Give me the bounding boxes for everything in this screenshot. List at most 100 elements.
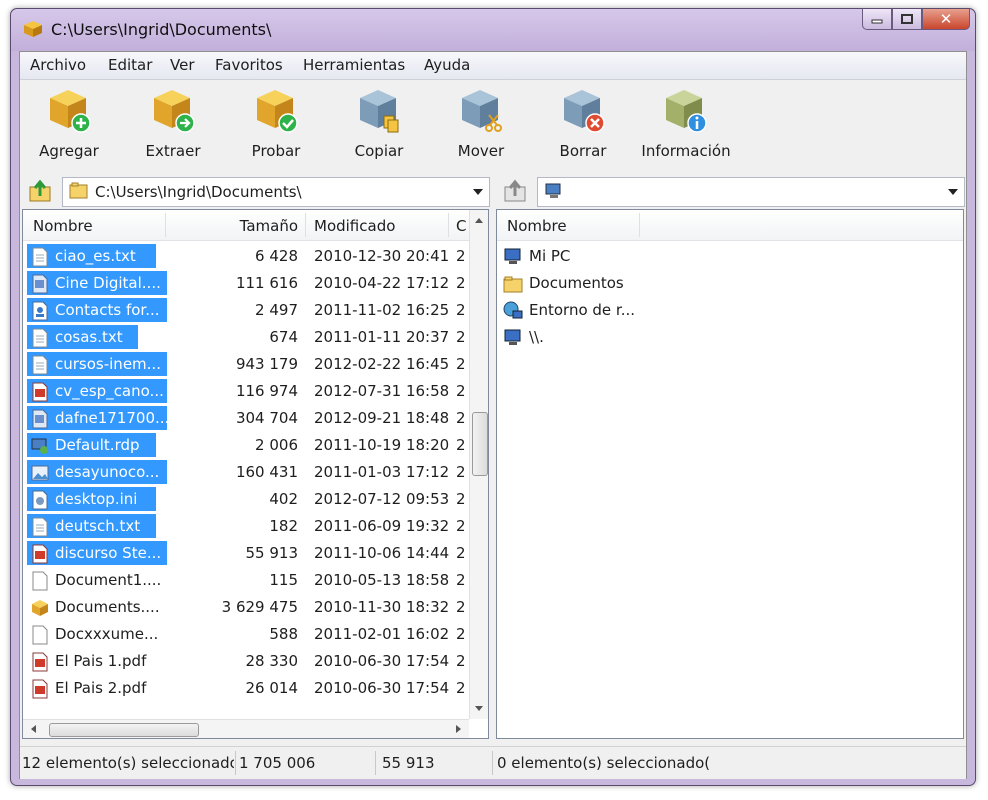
contacts-file-icon xyxy=(31,301,49,321)
file-modified: 2010-05-13 18:58 xyxy=(314,571,450,589)
maximize-button[interactable] xyxy=(892,9,922,30)
table-row[interactable]: desktop.ini 402 2012-07-12 09:53 2 xyxy=(23,486,483,513)
chevron-down-icon[interactable] xyxy=(473,189,483,195)
file-name: Cine Digital.... xyxy=(55,274,161,292)
network-icon xyxy=(503,301,523,321)
scroll-down-icon[interactable] xyxy=(475,706,483,711)
file-created: 2 xyxy=(456,301,466,319)
table-row[interactable]: Contacts for... 2 497 2011-11-02 16:25 2 xyxy=(23,297,483,324)
table-row[interactable]: Docxxxume... 588 2011-02-01 16:02 2 xyxy=(23,621,483,648)
extract-button[interactable]: Extraer xyxy=(128,84,218,168)
table-row[interactable]: Cine Digital.... 111 616 2010-04-22 17:12 2 xyxy=(23,270,483,297)
info-button[interactable]: Información xyxy=(632,84,740,168)
column-header-name[interactable]: Nombre xyxy=(507,217,567,235)
file-created: 2 xyxy=(456,571,466,589)
title-bar[interactable]: C:\Users\Ingrid\Documents\ ✕ xyxy=(11,9,975,51)
file-size: 111 616 xyxy=(235,274,298,292)
blank-file-icon xyxy=(31,571,49,591)
right-path-combo[interactable] xyxy=(537,177,965,207)
column-header-name[interactable]: Nombre xyxy=(33,217,93,235)
info-label: Información xyxy=(641,142,731,160)
menu-herramientas[interactable]: Herramientas xyxy=(303,56,405,74)
file-name: Default.rdp xyxy=(55,436,140,454)
list-item[interactable]: \\. xyxy=(497,324,957,351)
file-modified: 2012-07-31 16:58 xyxy=(314,382,450,400)
table-row[interactable]: Default.rdp 2 006 2011-10-19 18:20 2 xyxy=(23,432,483,459)
scroll-right-icon[interactable] xyxy=(456,725,461,733)
menu-ayuda[interactable]: Ayuda xyxy=(424,56,470,74)
column-divider[interactable] xyxy=(448,213,449,237)
close-button[interactable]: ✕ xyxy=(922,9,970,30)
column-header-modified[interactable]: Modificado xyxy=(314,217,395,235)
file-created: 2 xyxy=(456,436,466,454)
scroll-thumb[interactable] xyxy=(472,412,488,476)
table-row[interactable]: cursos-inem... 943 179 2012-02-22 16:45 2 xyxy=(23,351,483,378)
file-size: 674 xyxy=(269,328,298,346)
chevron-down-icon[interactable] xyxy=(948,189,958,195)
document-icon xyxy=(31,409,49,429)
pdf-file-icon xyxy=(31,382,49,402)
table-row[interactable]: cosas.txt 674 2011-01-11 20:37 2 xyxy=(23,324,483,351)
column-header-size[interactable]: Tamaño xyxy=(183,217,298,235)
add-button[interactable]: Agregar xyxy=(24,84,114,168)
left-path-combo[interactable]: C:\Users\Ingrid\Documents\ xyxy=(62,177,490,207)
copy-button[interactable]: Copiar xyxy=(334,84,424,168)
file-name: El Pais 1.pdf xyxy=(55,652,147,670)
table-row[interactable]: El Pais 2.pdf 26 014 2010-06-30 17:54 2 xyxy=(23,675,483,702)
file-modified: 2010-12-30 20:41 xyxy=(314,247,450,265)
file-created: 2 xyxy=(456,679,466,697)
column-divider[interactable] xyxy=(165,213,166,237)
column-header-created[interactable]: C xyxy=(456,217,466,235)
table-row[interactable]: desayunoco... 160 431 2011-01-03 17:12 2 xyxy=(23,459,483,486)
file-size: 2 006 xyxy=(255,436,298,454)
list-item[interactable]: Entorno de r... xyxy=(497,297,957,324)
file-name: ciao_es.txt xyxy=(55,247,136,265)
up-folder-icon[interactable] xyxy=(501,178,531,204)
menu-editar[interactable]: Editar xyxy=(108,56,152,74)
move-button[interactable]: Mover xyxy=(436,84,526,168)
table-row[interactable]: El Pais 1.pdf 28 330 2010-06-30 17:54 2 xyxy=(23,648,483,675)
file-modified: 2010-04-22 17:12 xyxy=(314,274,450,292)
computer-icon xyxy=(503,247,523,267)
scroll-thumb[interactable] xyxy=(49,723,199,737)
scroll-left-icon[interactable] xyxy=(31,725,36,733)
file-size: 26 014 xyxy=(245,679,299,697)
table-row[interactable]: dafne171700... 304 704 2012-09-21 18:48 2 xyxy=(23,405,483,432)
list-item[interactable]: Mi PC xyxy=(497,243,957,270)
status-left-selected: 12 elemento(s) seleccionado(s) xyxy=(22,754,234,772)
extract-icon xyxy=(154,90,195,133)
column-divider[interactable] xyxy=(639,213,640,237)
table-row[interactable]: Documents.... 3 629 475 2010-11-30 18:32 2 xyxy=(23,594,483,621)
table-row[interactable]: ciao_es.txt 6 428 2010-12-30 20:41 2 xyxy=(23,243,483,270)
status-divider xyxy=(375,751,376,775)
file-name: desayunoco... xyxy=(55,463,160,481)
menu-archivo[interactable]: Archivo xyxy=(30,56,86,74)
file-size: 588 xyxy=(269,625,298,643)
table-row[interactable]: cv_esp_cano... 116 974 2012-07-31 16:58 2 xyxy=(23,378,483,405)
minimize-button[interactable] xyxy=(862,9,892,30)
client-area: Archivo Editar Ver Favoritos Herramienta… xyxy=(19,51,967,779)
table-row[interactable]: deutsch.txt 182 2011-06-09 19:32 2 xyxy=(23,513,483,540)
up-folder-icon[interactable] xyxy=(26,178,56,204)
vertical-scrollbar[interactable] xyxy=(469,210,488,719)
horizontal-scrollbar[interactable] xyxy=(23,719,469,738)
scroll-up-icon[interactable] xyxy=(475,218,483,223)
table-row[interactable]: Document1.... 115 2010-05-13 18:58 2 xyxy=(23,567,483,594)
file-modified: 2012-07-12 09:53 xyxy=(314,490,450,508)
menu-ver[interactable]: Ver xyxy=(170,56,195,74)
list-item[interactable]: Documentos xyxy=(497,270,957,297)
text-file-icon xyxy=(31,355,49,375)
file-size: 55 913 xyxy=(245,544,299,562)
file-size: 304 704 xyxy=(235,409,298,427)
file-size: 28 330 xyxy=(245,652,299,670)
column-divider[interactable] xyxy=(305,213,306,237)
test-button[interactable]: Probar xyxy=(231,84,321,168)
file-name: El Pais 2.pdf xyxy=(55,679,147,697)
menu-favoritos[interactable]: Favoritos xyxy=(215,56,283,74)
file-modified: 2011-06-09 19:32 xyxy=(314,517,450,535)
status-total-size: 1 705 006 xyxy=(239,754,316,772)
file-created: 2 xyxy=(456,517,466,535)
table-row[interactable]: discurso Ste... 55 913 2011-10-06 14:44 2 xyxy=(23,540,483,567)
delete-button[interactable]: Borrar xyxy=(538,84,628,168)
item-name: Entorno de r... xyxy=(529,301,636,319)
